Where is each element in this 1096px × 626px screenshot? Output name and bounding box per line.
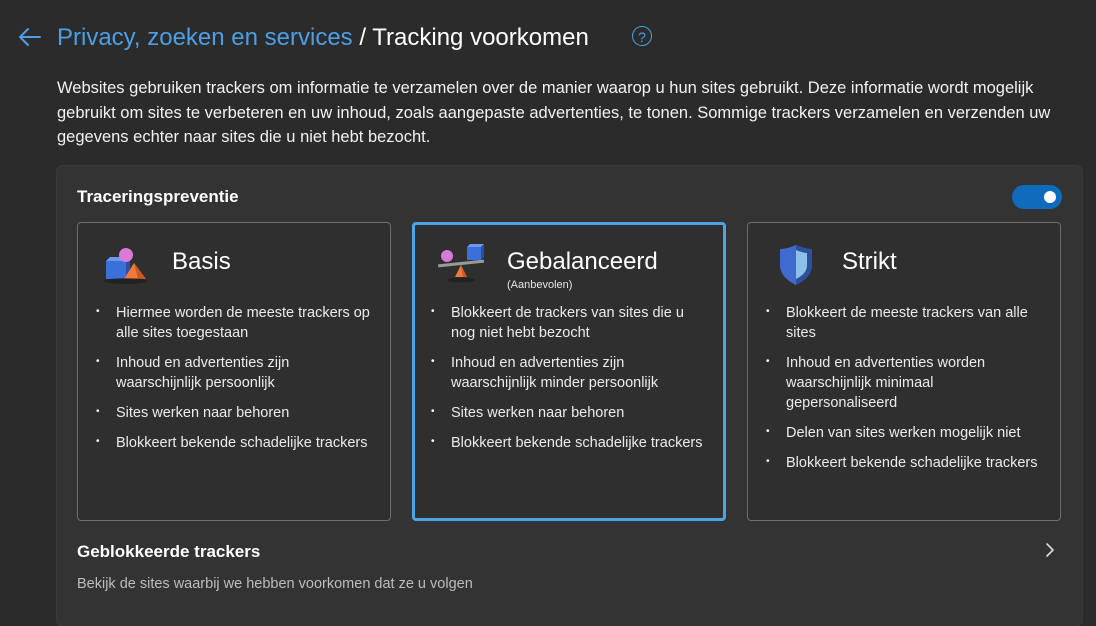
back-arrow-icon[interactable]: [17, 24, 43, 50]
card-bullet-list: Hiermee worden de meeste trackers op all…: [96, 302, 376, 463]
card-bullet-list: Blokkeert de meeste trackers van alle si…: [766, 302, 1046, 483]
prevention-label: Traceringspreventie: [77, 187, 239, 206]
list-item: Inhoud en advertenties zijn waarschijnli…: [96, 352, 376, 393]
breadcrumb-separator: /: [352, 24, 373, 51]
help-icon[interactable]: ?: [632, 26, 652, 46]
card-basis[interactable]: Basis Hiermee worden de meeste trackers …: [77, 222, 391, 521]
shield-icon: [780, 245, 812, 285]
list-item: Blokkeert bekende schadelijke trackers: [96, 432, 376, 453]
list-item: Blokkeert bekende schadelijke trackers: [431, 432, 711, 453]
shapes-icon: [104, 248, 148, 284]
list-item: Delen van sites werken mogelijk niet: [766, 422, 1046, 443]
card-gebalanceerd[interactable]: Gebalanceerd (Aanbevolen) Blokkeert de t…: [412, 222, 726, 521]
list-item: Sites werken naar behoren: [96, 402, 376, 423]
card-title: Strikt: [842, 248, 897, 275]
list-item: Inhoud en advertenties zijn waarschijnli…: [431, 352, 711, 393]
current-page-title: Tracking voorkomen: [372, 24, 589, 51]
list-item: Hiermee worden de meeste trackers op all…: [96, 302, 376, 343]
recommended-label: (Aanbevolen): [507, 279, 573, 291]
chevron-right-icon: [1046, 543, 1054, 557]
card-title: Basis: [172, 248, 231, 275]
card-bullet-list: Blokkeert de trackers van sites die u no…: [431, 302, 711, 463]
balance-icon: [438, 244, 485, 283]
blocked-trackers-subtitle: Bekijk de sites waarbij we hebben voorko…: [77, 576, 473, 592]
list-item: Blokkeert de trackers van sites die u no…: [431, 302, 711, 343]
blocked-trackers-row[interactable]: Geblokkeerde trackers Bekijk de sites wa…: [57, 530, 1082, 610]
breadcrumb-link[interactable]: Privacy, zoeken en services: [57, 24, 353, 51]
list-item: Blokkeert bekende schadelijke trackers: [766, 452, 1046, 473]
list-item: Inhoud en advertenties worden waarschijn…: [766, 352, 1046, 413]
card-title: Gebalanceerd: [507, 248, 658, 275]
list-item: Sites werken naar behoren: [431, 402, 711, 423]
page-title: Privacy, zoeken en services / Tracking v…: [57, 22, 589, 54]
list-item: Blokkeert de meeste trackers van alle si…: [766, 302, 1046, 343]
toggle-knob: [1044, 191, 1056, 203]
page-description: Websites gebruiken trackers om informati…: [57, 79, 1051, 146]
page-header: Privacy, zoeken en services / Tracking v…: [0, 0, 1096, 70]
blocked-trackers-title: Geblokkeerde trackers: [77, 542, 261, 561]
card-strikt[interactable]: Strikt Blokkeert de meeste trackers van …: [747, 222, 1061, 521]
prevention-toggle[interactable]: [1012, 185, 1062, 209]
